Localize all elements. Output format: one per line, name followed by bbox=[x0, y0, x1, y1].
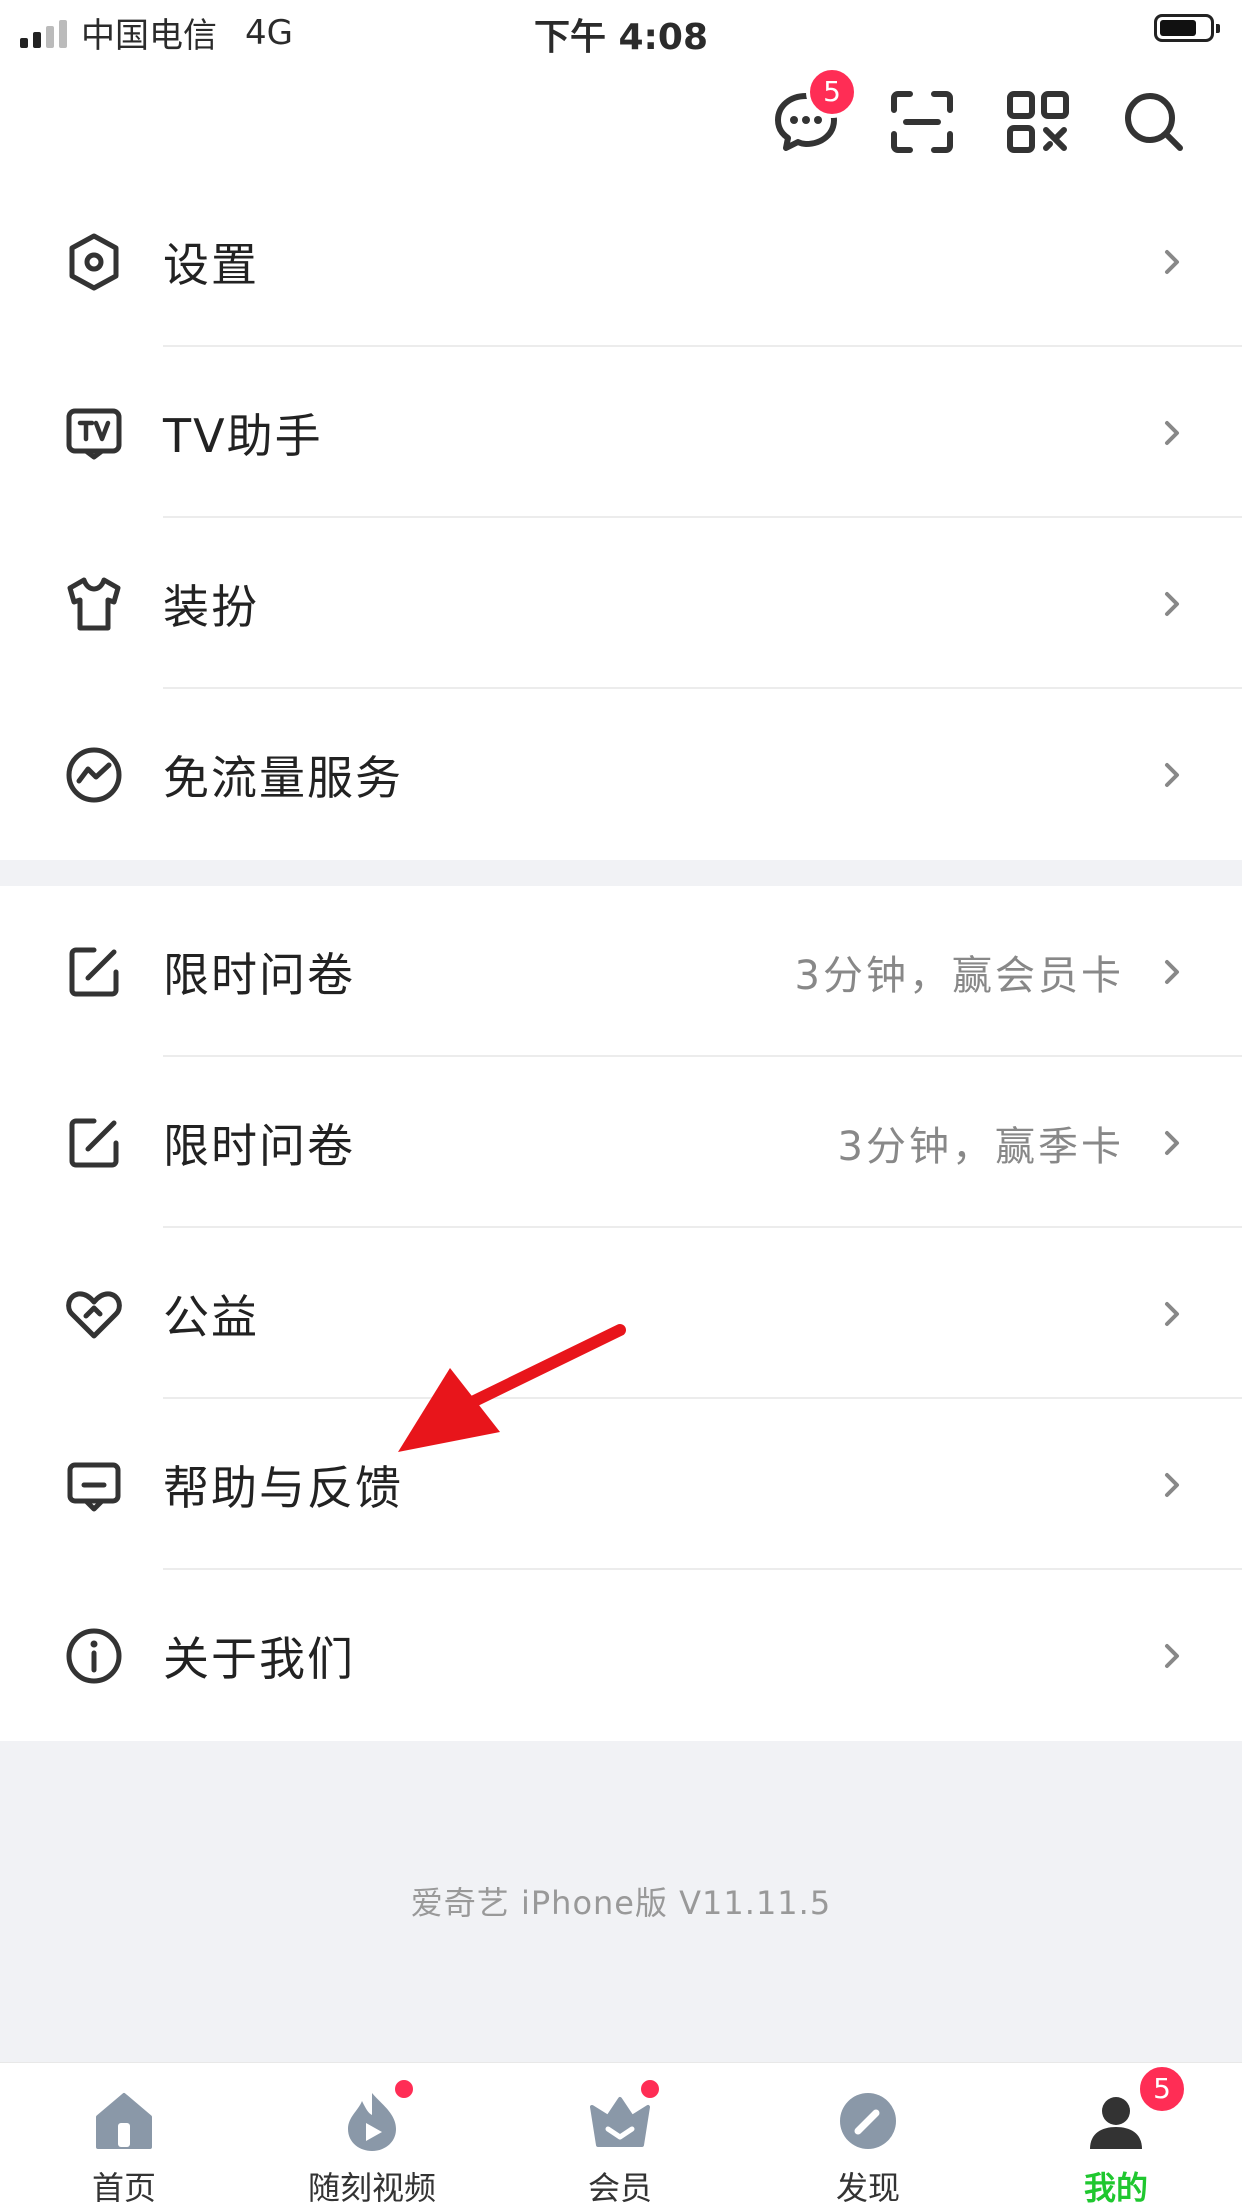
menu-item-label: 限时问卷 bbox=[163, 1118, 355, 1173]
scan-icon bbox=[891, 91, 953, 153]
chevron-right-icon bbox=[1165, 959, 1179, 984]
chevron-right-icon bbox=[1165, 1130, 1179, 1155]
home-icon bbox=[96, 2093, 152, 2149]
menu-item-label: 帮助与反馈 bbox=[163, 1460, 403, 1515]
chevron-right-icon bbox=[1165, 591, 1179, 616]
chevron-right-icon bbox=[1165, 249, 1179, 274]
menu-item-label: 公益 bbox=[163, 1289, 259, 1344]
battery-icon bbox=[1154, 14, 1220, 42]
tab-label: 随刻视频 bbox=[307, 2169, 436, 2207]
feedback-icon bbox=[67, 1462, 121, 1511]
menu-item-dress-up[interactable]: 装扮 bbox=[0, 518, 1242, 689]
profile-badge: 5 bbox=[1136, 2063, 1188, 2115]
version-text: 爱奇艺 iPhone版 V11.11.5 bbox=[410, 1884, 832, 1922]
menu-item-value: 3分钟，赢季卡 bbox=[837, 1123, 1124, 1170]
free-data-icon bbox=[66, 747, 122, 802]
notification-dot bbox=[392, 2077, 416, 2101]
menu-item-free-data[interactable]: 免流量服务 bbox=[0, 689, 1242, 860]
menu-item-label: 免流量服务 bbox=[163, 750, 403, 805]
menu-item-value: 3分钟，赢会员卡 bbox=[794, 952, 1124, 999]
status-bar: 中国电信 4G 下午 4:08 bbox=[0, 0, 1242, 60]
menu-item-charity[interactable]: 公益 bbox=[0, 1228, 1242, 1399]
tab-label: 发现 bbox=[835, 2169, 900, 2207]
tab-bar: 首页 随刻视频 会员 发现 5 我的 bbox=[0, 2062, 1242, 2209]
chevron-right-icon bbox=[1165, 1301, 1179, 1326]
top-bar: 5 bbox=[0, 60, 1242, 180]
message-button[interactable]: 5 bbox=[772, 66, 858, 156]
status-time: 下午 4:08 bbox=[533, 17, 709, 58]
menu-item-label: 限时问卷 bbox=[163, 947, 355, 1002]
tab-suike-video[interactable]: 随刻视频 bbox=[272, 2063, 472, 2209]
tab-label: 会员 bbox=[587, 2169, 652, 2207]
tv-icon bbox=[66, 408, 122, 459]
settings-icon bbox=[69, 233, 119, 290]
tab-vip[interactable]: 会员 bbox=[520, 2063, 720, 2209]
scan-button[interactable] bbox=[888, 88, 956, 156]
menu-item-tv-assistant[interactable]: TV助手 bbox=[0, 347, 1242, 518]
menu-item-survey-member-card[interactable]: 限时问卷 3分钟，赢会员卡 bbox=[0, 886, 1242, 1057]
menu-item-label: TV助手 bbox=[163, 408, 323, 463]
menu-section-1: 设置 TV助手 装扮 免流量服务 bbox=[0, 176, 1242, 860]
section-gap bbox=[0, 860, 1242, 886]
tshirt-icon bbox=[67, 577, 121, 630]
search-button[interactable] bbox=[1120, 88, 1188, 156]
menu-item-label: 关于我们 bbox=[163, 1631, 355, 1686]
tab-label: 我的 bbox=[1083, 2169, 1148, 2207]
info-icon bbox=[66, 1628, 122, 1683]
tab-label: 首页 bbox=[91, 2169, 156, 2207]
tab-home[interactable]: 首页 bbox=[24, 2063, 224, 2209]
compass-icon bbox=[840, 2093, 896, 2149]
notification-dot bbox=[638, 2077, 662, 2101]
menu-item-help-feedback[interactable]: 帮助与反馈 bbox=[0, 1399, 1242, 1570]
chevron-right-icon bbox=[1165, 420, 1179, 445]
chevron-right-icon bbox=[1165, 762, 1179, 787]
message-badge: 5 bbox=[806, 66, 858, 118]
menu-item-about-us[interactable]: 关于我们 bbox=[0, 1570, 1242, 1741]
menu-item-survey-season-card[interactable]: 限时问卷 3分钟，赢季卡 bbox=[0, 1057, 1242, 1228]
heart-icon bbox=[66, 1290, 122, 1338]
tab-discover[interactable]: 发现 bbox=[768, 2063, 968, 2209]
chevron-right-icon bbox=[1165, 1472, 1179, 1497]
menu-item-label: 设置 bbox=[163, 237, 259, 292]
search-icon bbox=[1125, 93, 1183, 151]
menu-item-label: 装扮 bbox=[163, 579, 259, 634]
tab-mine[interactable]: 5 我的 bbox=[1016, 2063, 1216, 2209]
qr-code-button[interactable] bbox=[1004, 88, 1072, 156]
edit-icon bbox=[69, 947, 119, 996]
qr-code-icon bbox=[1007, 91, 1069, 153]
menu-section-2: 限时问卷 3分钟，赢会员卡 限时问卷 3分钟，赢季卡 公益 帮助与反馈 关于我们 bbox=[0, 886, 1242, 1741]
menu-item-settings[interactable]: 设置 bbox=[0, 176, 1242, 347]
chevron-right-icon bbox=[1165, 1643, 1179, 1668]
edit-icon bbox=[69, 1118, 119, 1167]
